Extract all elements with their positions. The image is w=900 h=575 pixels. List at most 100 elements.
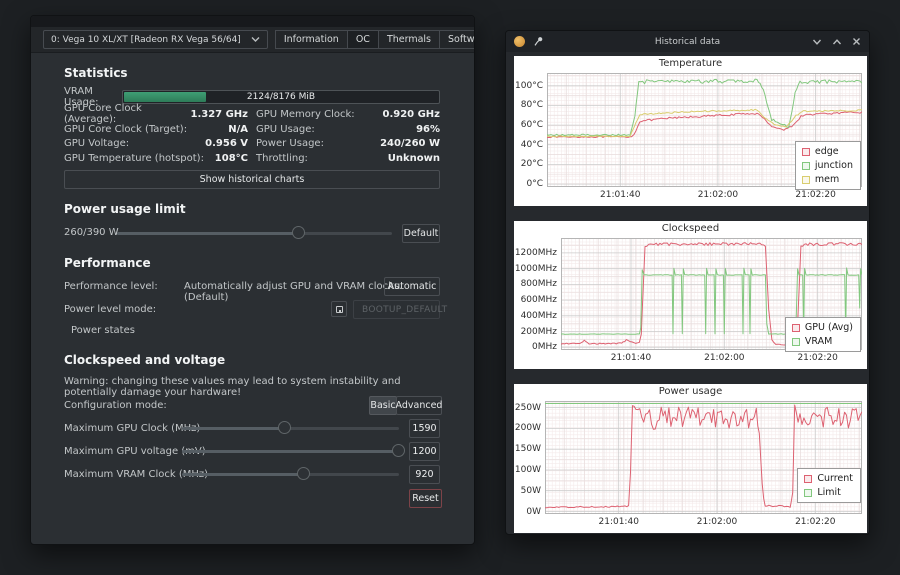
tab-bar: Information OC Thermals Software <box>276 30 475 49</box>
reset-button[interactable]: Reset <box>409 489 442 508</box>
performance-level-label: Performance level: <box>64 281 158 292</box>
max-gpu-voltage-slider[interactable] <box>182 444 399 459</box>
performance-level-row: Performance level: Automatically adjust … <box>64 277 440 296</box>
chart-title: Power usage <box>514 386 867 397</box>
max-gpu-voltage-value[interactable]: 1200 <box>409 442 440 461</box>
show-historical-charts-button[interactable]: Show historical charts <box>64 170 440 189</box>
legend-entry: VRAM <box>792 336 853 347</box>
max-vram-clock-row: Maximum VRAM Clock (MHz) 920 <box>64 465 440 484</box>
toolbar: 0: Vega 10 XL/XT [Radeon RX Vega 56/64] … <box>31 27 474 53</box>
tab-label: OC <box>356 34 370 45</box>
close-icon[interactable] <box>852 37 861 46</box>
gpu-selector-dropdown[interactable]: 0: Vega 10 XL/XT [Radeon RX Vega 56/64] <box>43 30 268 49</box>
y-axis-tick-label: 150W <box>514 444 541 454</box>
y-axis-tick-label: 0W <box>514 507 541 517</box>
slider-handle[interactable] <box>297 467 310 480</box>
pin-icon[interactable] <box>533 36 544 47</box>
y-axis-tick-label: 20°C <box>514 159 543 169</box>
stat-value: 1.327 GHz <box>190 109 248 120</box>
y-axis-tick-label: 40°C <box>514 140 543 150</box>
clockspeed-voltage-heading: Clockspeed and voltage <box>64 353 440 367</box>
vram-usage-text: 2124/8176 MiB <box>123 91 439 103</box>
warning-text: Warning: changing these values may lead … <box>64 376 440 398</box>
x-axis-tick-label: 21:02:00 <box>694 353 754 363</box>
y-axis-tick-label: 200W <box>514 423 541 433</box>
y-axis-tick-label: 250W <box>514 403 541 413</box>
max-vram-clock-value[interactable]: 920 <box>409 465 440 484</box>
stat-label: GPU Usage: <box>256 124 416 135</box>
stat-value: 108°C <box>215 153 248 164</box>
x-axis-tick-label: 21:02:20 <box>785 517 845 527</box>
legend-swatch <box>802 162 810 170</box>
chevron-down-icon <box>251 36 260 43</box>
default-button[interactable]: Default <box>402 224 440 243</box>
legend-entry: mem <box>802 174 853 185</box>
y-axis-tick-label: 400MHz <box>514 311 557 321</box>
legend-entry: edge <box>802 146 853 157</box>
x-axis-tick-label: 21:02:00 <box>687 517 747 527</box>
legend-swatch <box>804 475 812 483</box>
x-axis-tick-label: 21:01:40 <box>589 517 649 527</box>
max-gpu-clock-slider[interactable] <box>182 421 399 436</box>
legend-swatch <box>802 176 810 184</box>
temperature-chart-panel: Temperature0°C20°C40°C60°C80°C100°C21:01… <box>514 56 867 206</box>
y-axis-tick-label: 800MHz <box>514 279 557 289</box>
advanced-button[interactable]: Advanced <box>396 396 442 415</box>
historical-window-controls <box>812 37 861 46</box>
window-title-strip <box>31 16 474 27</box>
configuration-mode-label: Configuration mode: <box>64 400 167 411</box>
max-vram-clock-slider[interactable] <box>182 467 399 482</box>
stats-row: GPU Temperature (hotspot):108°C Throttli… <box>64 152 440 164</box>
app-icon <box>514 36 525 47</box>
legend-entry: Limit <box>804 487 853 498</box>
stat-value: 240/260 W <box>380 138 440 149</box>
stat-label: Throttling: <box>256 153 388 164</box>
chart-title: Temperature <box>514 58 867 69</box>
slider-handle[interactable] <box>278 421 291 434</box>
x-axis-tick-label: 21:02:20 <box>786 190 846 200</box>
stat-value: Unknown <box>388 153 440 164</box>
power-level-mode-row: Power level mode: BOOTUP_DEFAULT <box>64 300 440 319</box>
slider-handle[interactable] <box>392 444 405 457</box>
y-axis-tick-label: 0°C <box>514 179 543 189</box>
tab-thermals[interactable]: Thermals <box>378 30 440 49</box>
x-axis-tick-label: 21:02:00 <box>688 190 748 200</box>
desktop: 0: Vega 10 XL/XT [Radeon RX Vega 56/64] … <box>0 0 900 575</box>
x-axis-tick-label: 21:02:20 <box>788 353 848 363</box>
basic-button[interactable]: Basic <box>369 396 397 415</box>
x-axis-tick-label: 21:01:40 <box>601 353 661 363</box>
max-gpu-clock-value[interactable]: 1590 <box>409 419 440 438</box>
slider-handle[interactable] <box>292 226 305 239</box>
legend-entry: junction <box>802 160 853 171</box>
stat-value: 96% <box>416 124 440 135</box>
stat-value: 0.920 GHz <box>382 109 440 120</box>
stat-label: GPU Voltage: <box>64 138 205 149</box>
vram-usage-progressbar: 2124/8176 MiB <box>122 90 440 104</box>
minimize-chevron-down-icon[interactable] <box>812 37 822 46</box>
stat-value: N/A <box>228 124 248 135</box>
max-gpu-clock-label: Maximum GPU Clock (MHz) <box>64 423 200 434</box>
power-limit-slider[interactable] <box>117 226 392 241</box>
chart-legend: CurrentLimit <box>797 468 861 503</box>
legend-swatch <box>792 324 800 332</box>
legend-swatch <box>802 148 810 156</box>
performance-level-dropdown[interactable]: Automatic <box>384 277 440 296</box>
power-usage-chart-panel: Power usage0W50W100W150W200W250W21:01:40… <box>514 384 867 533</box>
maximize-chevron-up-icon[interactable] <box>832 37 842 46</box>
power-limit-row: 260/390 W Default <box>64 224 440 243</box>
legend-label: mem <box>815 174 839 185</box>
y-axis-tick-label: 60°C <box>514 120 543 130</box>
tab-information[interactable]: Information <box>275 30 348 49</box>
tab-software[interactable]: Software <box>439 30 475 49</box>
y-axis-tick-label: 50W <box>514 486 541 496</box>
vram-usage-row: VRAM Usage: 2124/8176 MiB <box>64 90 440 104</box>
apply-mode-icon-button[interactable] <box>331 301 347 317</box>
y-axis-tick-label: 1000MHz <box>514 264 557 274</box>
slider-fill <box>182 450 399 453</box>
performance-heading: Performance <box>64 256 440 270</box>
slider-fill <box>117 232 299 235</box>
tab-oc[interactable]: OC <box>347 30 379 49</box>
power-level-mode-label: Power level mode: <box>64 304 156 315</box>
y-axis-tick-label: 600MHz <box>514 295 557 305</box>
power-states-item[interactable]: Power states <box>71 325 440 336</box>
